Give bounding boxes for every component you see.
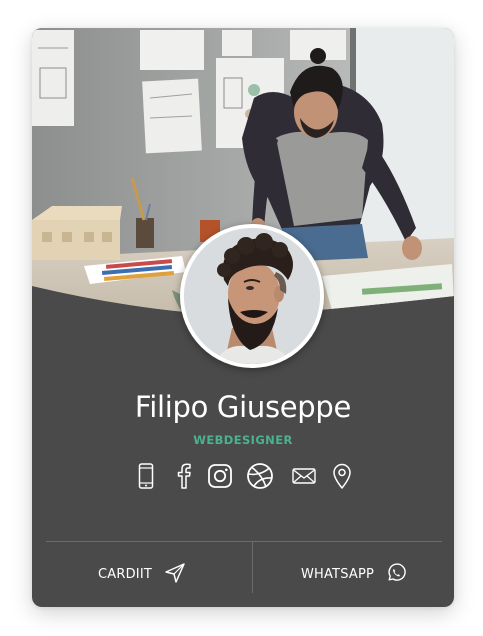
social-links xyxy=(32,462,454,490)
whatsapp-label: WHATSAPP xyxy=(300,567,375,582)
profile-title: WEBDESIGNER xyxy=(193,433,293,447)
send-icon xyxy=(164,562,186,588)
dribbble-icon[interactable] xyxy=(246,462,274,490)
avatar xyxy=(180,224,324,368)
avatar-photo xyxy=(184,228,320,364)
instagram-icon[interactable] xyxy=(206,462,234,490)
cardiit-button[interactable]: CARDIIT xyxy=(32,542,252,607)
profile-card: Filipo Giuseppe WEBDESIGNER CARDIIT WHAT… xyxy=(32,28,454,607)
whatsapp-button[interactable]: WHATSAPP xyxy=(253,542,454,607)
whatsapp-icon xyxy=(386,562,406,587)
location-pin-icon[interactable] xyxy=(328,462,356,490)
facebook-icon[interactable] xyxy=(170,462,198,490)
mail-icon[interactable] xyxy=(290,462,318,490)
cardiit-label: CARDIIT xyxy=(97,567,153,582)
profile-name: Filipo Giuseppe xyxy=(134,390,352,424)
phone-icon[interactable] xyxy=(132,462,160,490)
